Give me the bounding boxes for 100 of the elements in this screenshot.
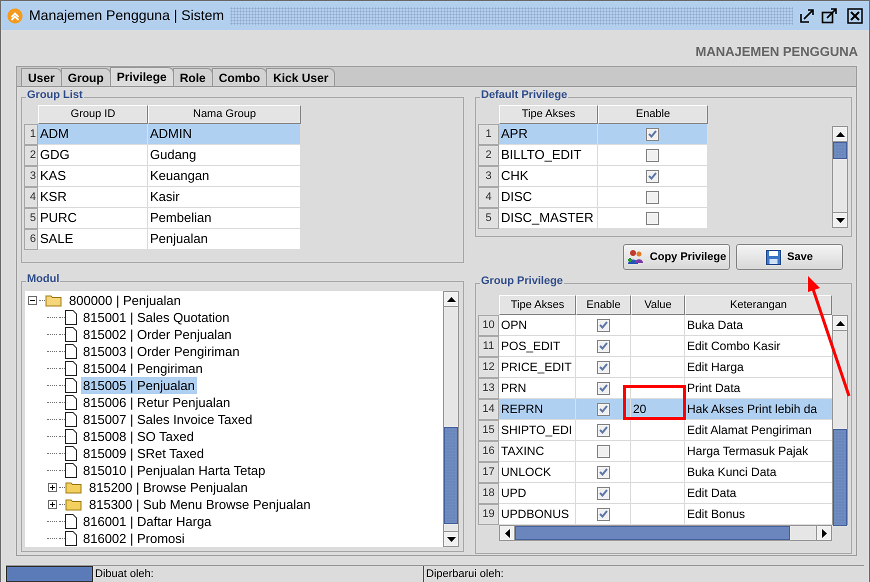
table-cell[interactable]: Edit Bonus bbox=[685, 504, 832, 525]
column-header[interactable]: Enable bbox=[576, 295, 631, 315]
table-cell[interactable] bbox=[631, 441, 685, 462]
close-icon[interactable] bbox=[847, 8, 863, 24]
table-cell[interactable]: Buka Kunci Data bbox=[685, 462, 832, 483]
column-header[interactable]: Tipe Akses bbox=[499, 105, 598, 124]
table-cell[interactable]: BILLTO_EDIT bbox=[499, 145, 598, 166]
table-cell[interactable] bbox=[631, 420, 685, 441]
table-cell[interactable] bbox=[631, 357, 685, 378]
table-cell[interactable]: Buka Data bbox=[685, 315, 832, 336]
scroll-thumb[interactable] bbox=[833, 142, 847, 159]
table-cell[interactable]: KSR bbox=[38, 187, 148, 208]
maximize-icon[interactable] bbox=[821, 8, 837, 24]
column-header[interactable]: Value bbox=[631, 295, 685, 315]
checkbox[interactable] bbox=[646, 148, 659, 162]
table-cell[interactable]: PURC bbox=[38, 208, 148, 229]
table-cell[interactable]: Gudang bbox=[148, 145, 301, 166]
table-cell[interactable]: KAS bbox=[38, 166, 148, 187]
scroll-thumb[interactable] bbox=[833, 429, 847, 526]
up-arrow-icon[interactable] bbox=[446, 296, 456, 302]
vertical-scrollbar[interactable] bbox=[443, 291, 459, 547]
checkbox[interactable] bbox=[596, 382, 610, 394]
table-cell[interactable]: PRN bbox=[499, 378, 576, 399]
column-header[interactable]: Nama Group bbox=[148, 105, 301, 124]
table-cell[interactable]: OPN bbox=[499, 315, 576, 336]
table-cell[interactable]: APR bbox=[499, 124, 598, 145]
tab[interactable]: Combo bbox=[212, 68, 268, 86]
table-cell[interactable]: GDG bbox=[38, 145, 148, 166]
table-cell[interactable] bbox=[631, 483, 685, 504]
table-cell[interactable] bbox=[631, 462, 685, 483]
up-arrow-icon[interactable] bbox=[836, 320, 844, 326]
table-cell[interactable]: Edit Alamat Pengiriman bbox=[685, 420, 832, 441]
scroll-thumb[interactable] bbox=[515, 526, 790, 540]
expand-icon[interactable] bbox=[48, 500, 56, 509]
table-cell[interactable] bbox=[631, 336, 685, 357]
checkbox[interactable] bbox=[596, 424, 610, 436]
tab[interactable]: Role bbox=[172, 68, 213, 86]
checkbox[interactable] bbox=[596, 444, 610, 458]
table-cell[interactable]: Harga Termasuk Pajak bbox=[685, 441, 832, 462]
tab[interactable]: User bbox=[21, 68, 62, 86]
minimize-icon[interactable] bbox=[799, 8, 815, 24]
table-cell[interactable]: UNLOCK bbox=[499, 462, 576, 483]
checkbox[interactable] bbox=[646, 128, 659, 140]
table-cell[interactable]: PRICE_EDIT bbox=[499, 357, 576, 378]
table-cell[interactable]: Kasir bbox=[148, 187, 301, 208]
checkbox[interactable] bbox=[646, 190, 659, 204]
table-cell[interactable]: CHK bbox=[499, 166, 598, 187]
checkbox[interactable] bbox=[596, 360, 610, 374]
vertical-scrollbar[interactable] bbox=[832, 315, 848, 525]
down-arrow-icon[interactable] bbox=[446, 536, 456, 542]
tab[interactable]: Group bbox=[60, 68, 111, 86]
column-header[interactable]: Group ID bbox=[38, 105, 148, 124]
table-cell[interactable]: Keuangan bbox=[148, 166, 301, 187]
column-header[interactable]: Keterangan bbox=[685, 295, 832, 315]
right-arrow-icon[interactable] bbox=[822, 528, 826, 538]
checkbox[interactable] bbox=[646, 212, 659, 224]
table-cell[interactable]: ADMIN bbox=[148, 124, 301, 145]
table-cell[interactable]: UPDBONUS bbox=[499, 504, 576, 525]
document-icon bbox=[65, 395, 77, 410]
table-cell[interactable]: Hak Akses Print lebih da bbox=[685, 399, 832, 420]
tab[interactable]: Kick User bbox=[266, 68, 336, 86]
column-header[interactable]: Enable bbox=[598, 105, 708, 124]
table-cell[interactable]: SALE bbox=[38, 229, 148, 250]
table-cell[interactable]: REPRN bbox=[499, 399, 576, 420]
tree-item[interactable]: 815005 | Penjualan bbox=[81, 377, 197, 394]
checkbox[interactable] bbox=[596, 402, 610, 416]
table-cell[interactable]: DISC bbox=[499, 187, 598, 208]
horizontal-scrollbar[interactable] bbox=[499, 525, 832, 541]
checkbox[interactable] bbox=[596, 318, 610, 332]
table-cell[interactable]: Edit Harga bbox=[685, 357, 832, 378]
left-arrow-icon[interactable] bbox=[504, 528, 510, 538]
table-cell[interactable]: ADM bbox=[38, 124, 148, 145]
table-cell[interactable]: UPD bbox=[499, 483, 576, 504]
scroll-thumb[interactable] bbox=[444, 427, 458, 524]
save-button[interactable]: Save bbox=[736, 244, 843, 270]
checkbox[interactable] bbox=[596, 508, 610, 520]
table-cell[interactable]: Edit Data bbox=[685, 483, 832, 504]
row-number: 18 bbox=[478, 483, 499, 504]
table-cell[interactable] bbox=[631, 315, 685, 336]
checkbox[interactable] bbox=[596, 466, 610, 478]
down-arrow-icon[interactable] bbox=[836, 218, 844, 222]
table-cell[interactable]: Print Data bbox=[685, 378, 832, 399]
collapse-icon[interactable] bbox=[28, 296, 36, 305]
checkbox[interactable] bbox=[646, 170, 659, 182]
expand-icon[interactable] bbox=[48, 483, 56, 492]
vertical-scrollbar[interactable] bbox=[832, 126, 848, 228]
checkbox[interactable] bbox=[596, 486, 610, 500]
table-cell[interactable]: Edit Combo Kasir bbox=[685, 336, 832, 357]
checkbox[interactable] bbox=[596, 340, 610, 352]
table-cell[interactable]: Penjualan bbox=[148, 229, 301, 250]
table-cell[interactable]: Pembelian bbox=[148, 208, 301, 229]
table-cell[interactable]: SHIPTO_EDI bbox=[499, 420, 576, 441]
column-header[interactable]: Tipe Akses bbox=[499, 295, 576, 315]
copy-button[interactable]: Copy Privilege bbox=[623, 244, 730, 270]
table-cell[interactable]: POS_EDIT bbox=[499, 336, 576, 357]
table-cell[interactable]: TAXINC bbox=[499, 441, 576, 462]
table-cell[interactable] bbox=[631, 504, 685, 525]
table-cell[interactable]: DISC_MASTER bbox=[499, 208, 598, 229]
up-arrow-icon[interactable] bbox=[836, 132, 844, 136]
tab[interactable]: Privilege bbox=[110, 67, 174, 86]
